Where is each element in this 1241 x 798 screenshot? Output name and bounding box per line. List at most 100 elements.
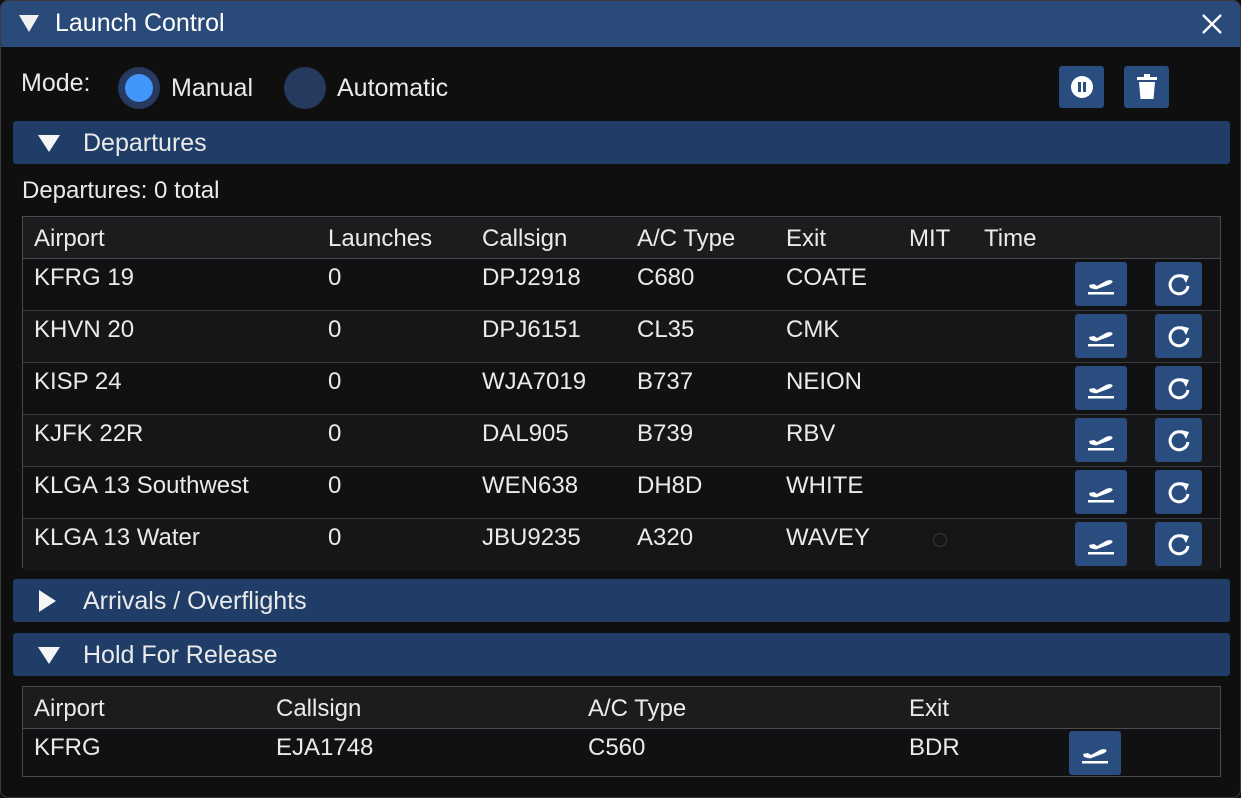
cell-callsign: JBU9235 xyxy=(482,524,581,551)
launch-button[interactable] xyxy=(1075,366,1127,410)
table-row[interactable]: KLGA 13 Southwest 0 WEN638 DH8D WHITE xyxy=(23,467,1220,519)
cell-launches: 0 xyxy=(328,264,342,291)
release-button[interactable] xyxy=(1069,731,1121,775)
column-header-launches[interactable]: Launches xyxy=(328,225,432,253)
cell-callsign: DPJ2918 xyxy=(482,264,581,291)
mit-indicator[interactable] xyxy=(933,533,947,547)
radio-selected-dot xyxy=(125,74,153,102)
manual-radio[interactable] xyxy=(118,67,160,109)
cell-airport: KLGA 13 Water xyxy=(34,524,200,551)
cell-launches: 0 xyxy=(328,420,342,447)
cell-actype: CL35 xyxy=(637,316,695,343)
column-header-airport[interactable]: Airport xyxy=(34,695,105,723)
takeoff-icon xyxy=(1088,332,1114,347)
launch-button[interactable] xyxy=(1075,418,1127,462)
takeoff-icon xyxy=(1088,384,1114,399)
cell-actype: C560 xyxy=(588,734,646,761)
automatic-radio[interactable] xyxy=(284,67,326,109)
table-row[interactable]: KISP 24 0 WJA7019 B737 NEION xyxy=(23,363,1220,415)
trash-icon xyxy=(1136,74,1157,99)
window-title: Launch Control xyxy=(55,9,225,37)
cell-exit: COATE xyxy=(786,264,867,291)
table-row[interactable]: KJFK 22R 0 DAL905 B739 RBV xyxy=(23,415,1220,467)
reset-button[interactable] xyxy=(1155,314,1202,358)
cell-actype: C680 xyxy=(637,264,695,291)
cell-exit: CMK xyxy=(786,316,840,343)
takeoff-icon xyxy=(1088,436,1114,451)
reset-button[interactable] xyxy=(1155,470,1202,514)
hold-table: Airport Callsign A/C Type Exit KFRG EJA17… xyxy=(22,686,1221,777)
departures-table-header: Airport Launches Callsign A/C Type Exit … xyxy=(23,217,1220,259)
table-row[interactable]: KFRG 19 0 DPJ2918 C680 COATE xyxy=(23,259,1220,311)
departures-section-header[interactable]: Departures xyxy=(13,121,1230,164)
expanded-triangle-icon xyxy=(38,647,60,664)
cell-callsign: WJA7019 xyxy=(482,368,587,395)
cell-launches: 0 xyxy=(328,316,342,343)
table-row[interactable]: KHVN 20 0 DPJ6151 CL35 CMK xyxy=(23,311,1220,363)
hold-header-label: Hold For Release xyxy=(83,641,278,669)
cell-actype: DH8D xyxy=(637,472,703,499)
cell-exit: WAVEY xyxy=(786,524,871,551)
launch-button[interactable] xyxy=(1075,522,1127,566)
column-header-exit[interactable]: Exit xyxy=(909,695,949,723)
column-header-mit[interactable]: MIT xyxy=(909,225,950,253)
refresh-icon xyxy=(1168,430,1189,452)
takeoff-icon xyxy=(1088,488,1114,503)
cell-callsign: EJA1748 xyxy=(276,734,374,761)
cell-exit: RBV xyxy=(786,420,836,447)
column-header-callsign[interactable]: Callsign xyxy=(276,695,361,723)
cell-airport: KFRG 19 xyxy=(34,264,135,291)
expanded-triangle-icon xyxy=(38,135,60,152)
table-row[interactable]: KLGA 13 Water 0 JBU9235 A320 WAVEY xyxy=(23,519,1220,571)
reset-button[interactable] xyxy=(1155,262,1202,306)
cell-callsign: DPJ6151 xyxy=(482,316,581,343)
close-icon[interactable] xyxy=(1199,11,1225,37)
column-header-actype[interactable]: A/C Type xyxy=(637,225,735,253)
title-bar[interactable]: Launch Control xyxy=(1,1,1240,47)
refresh-icon xyxy=(1168,378,1189,400)
cell-exit: BDR xyxy=(909,734,960,761)
cell-exit: WHITE xyxy=(786,472,864,499)
cell-launches: 0 xyxy=(328,524,342,551)
cell-launches: 0 xyxy=(328,472,342,499)
cell-actype: B739 xyxy=(637,420,694,447)
refresh-icon xyxy=(1168,534,1189,556)
collapsed-triangle-icon xyxy=(39,590,56,612)
pause-button[interactable] xyxy=(1059,66,1104,108)
cell-actype: A320 xyxy=(637,524,694,551)
column-header-actype[interactable]: A/C Type xyxy=(588,695,686,723)
launch-button[interactable] xyxy=(1075,470,1127,514)
column-header-exit[interactable]: Exit xyxy=(786,225,826,253)
cell-airport: KISP 24 xyxy=(34,368,122,395)
column-header-time[interactable]: Time xyxy=(984,225,1036,253)
cell-launches: 0 xyxy=(328,368,342,395)
launch-button[interactable] xyxy=(1075,262,1127,306)
cell-airport: KHVN 20 xyxy=(34,316,135,343)
refresh-icon xyxy=(1168,326,1189,348)
refresh-icon xyxy=(1168,482,1189,504)
manual-radio-label[interactable]: Manual xyxy=(171,74,253,103)
column-header-callsign[interactable]: Callsign xyxy=(482,225,567,253)
delete-all-button[interactable] xyxy=(1124,66,1169,108)
automatic-radio-label[interactable]: Automatic xyxy=(337,74,448,103)
pause-icon xyxy=(1070,76,1093,98)
reset-button[interactable] xyxy=(1155,366,1202,410)
hold-section-header[interactable]: Hold For Release xyxy=(13,633,1230,676)
arrivals-section-header[interactable]: Arrivals / Overflights xyxy=(13,579,1230,622)
departures-summary: Departures: 0 total xyxy=(22,177,220,204)
cell-airport: KFRG xyxy=(34,734,101,761)
reset-button[interactable] xyxy=(1155,522,1202,566)
cell-callsign: WEN638 xyxy=(482,472,579,499)
cell-exit: NEION xyxy=(786,368,863,395)
cell-airport: KLGA 13 Southwest xyxy=(34,472,249,499)
departures-table: Airport Launches Callsign A/C Type Exit … xyxy=(22,216,1221,571)
column-header-airport[interactable]: Airport xyxy=(34,225,105,253)
takeoff-icon xyxy=(1088,540,1114,555)
refresh-icon xyxy=(1168,274,1189,296)
cell-actype: B737 xyxy=(637,368,694,395)
reset-button[interactable] xyxy=(1155,418,1202,462)
collapse-window-icon[interactable] xyxy=(19,15,39,32)
table-row[interactable]: KFRG EJA1748 C560 BDR xyxy=(23,729,1220,776)
launch-button[interactable] xyxy=(1075,314,1127,358)
mode-label: Mode: xyxy=(21,69,91,97)
